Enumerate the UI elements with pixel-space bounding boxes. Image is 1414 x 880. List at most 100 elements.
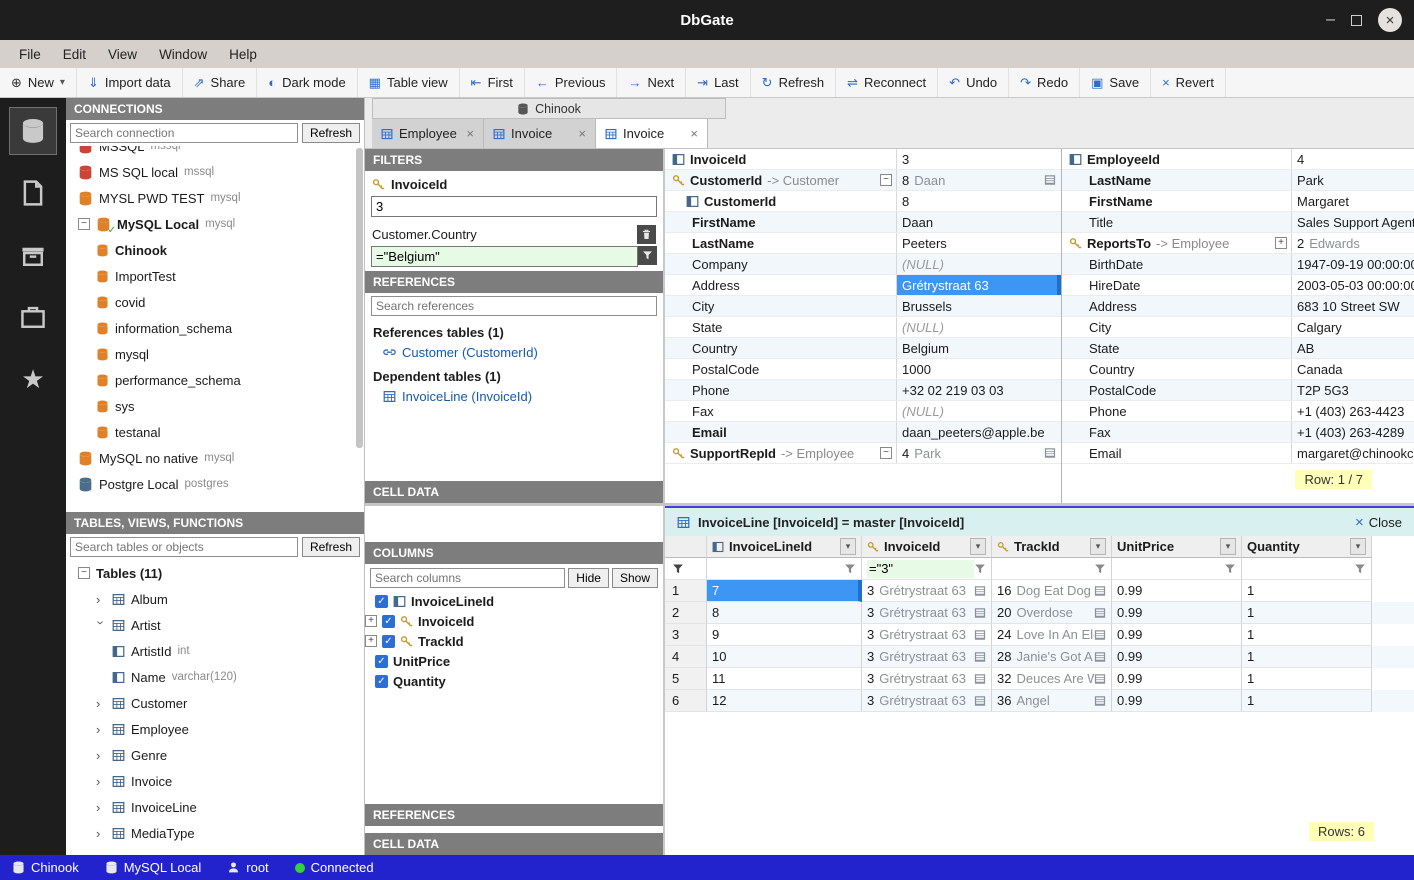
new-button[interactable]: ⊕New▾ xyxy=(0,68,77,97)
open-form-icon[interactable] xyxy=(1094,585,1106,597)
first-button[interactable]: ⇤First xyxy=(460,68,525,97)
menu-view[interactable]: View xyxy=(97,44,148,65)
form-row[interactable]: FirstNameDaan xyxy=(665,212,1061,233)
grid-cell[interactable]: 1 xyxy=(1242,580,1372,602)
collapse-icon[interactable]: − xyxy=(78,218,90,230)
form-row[interactable]: HireDate2003-05-03 00:00:00 xyxy=(1062,275,1414,296)
grid-cell[interactable]: 20Overdose xyxy=(992,602,1112,624)
form-row[interactable]: ReportsTo-> Employee+2Edwards xyxy=(1062,233,1414,254)
table-item-artist[interactable]: ›Artist xyxy=(66,612,364,638)
chevron-down-icon[interactable]: › xyxy=(94,620,109,630)
redo-button[interactable]: ↷Redo xyxy=(1009,68,1080,97)
grid-cell[interactable]: 9 xyxy=(707,624,862,646)
selected-cell[interactable]: Grétrystraat 63 xyxy=(897,275,1061,295)
column-header-invoicelineid[interactable]: InvoiceLineId▾ xyxy=(707,536,862,558)
hide-column-button[interactable]: Hide xyxy=(568,568,609,588)
statusbar-user[interactable]: root xyxy=(227,860,268,875)
connection-item[interactable]: MSSQLmssql xyxy=(66,146,364,159)
chevron-right-icon[interactable]: › xyxy=(96,696,106,711)
database-item[interactable]: covid xyxy=(66,289,364,315)
form-row[interactable]: LastNamePeeters xyxy=(665,233,1061,254)
chevron-right-icon[interactable]: › xyxy=(96,826,106,841)
archive-nav-icon[interactable] xyxy=(10,232,56,278)
filter-cell-invoiceid[interactable] xyxy=(862,558,992,580)
import-data-button[interactable]: ⇓Import data xyxy=(77,68,183,97)
filter-cell[interactable] xyxy=(992,558,1112,580)
search-tables-input[interactable] xyxy=(70,537,298,557)
grid-cell[interactable]: 28Janie's Got A Gun xyxy=(992,646,1112,668)
minimize-button[interactable]: – xyxy=(1326,11,1335,29)
grid-cell[interactable]: 12 xyxy=(707,690,862,712)
undo-button[interactable]: ↶Undo xyxy=(938,68,1009,97)
open-form-icon[interactable] xyxy=(1044,174,1056,186)
open-form-icon[interactable] xyxy=(1094,629,1106,641)
search-references-input[interactable] xyxy=(371,296,657,316)
database-item[interactable]: mysql xyxy=(66,341,364,367)
form-row[interactable]: Address683 10 Street SW xyxy=(1062,296,1414,317)
next-button[interactable]: →Next xyxy=(617,68,686,97)
open-form-icon[interactable] xyxy=(1094,695,1106,707)
refresh-tables-button[interactable]: Refresh xyxy=(302,537,360,557)
menu-window[interactable]: Window xyxy=(148,44,218,65)
scrollbar[interactable] xyxy=(356,148,363,448)
open-form-icon[interactable] xyxy=(974,585,986,597)
column-header-trackid[interactable]: TrackId▾ xyxy=(992,536,1112,558)
form-row[interactable]: Emailmargaret@chinookcorp.com xyxy=(1062,443,1414,464)
invoiceid-grid-filter-input[interactable] xyxy=(867,560,974,578)
close-reference-button[interactable]: ×Close xyxy=(1355,514,1402,531)
open-form-icon[interactable] xyxy=(974,695,986,707)
connection-item-mysql-local[interactable]: − ✓ MySQL Localmysql xyxy=(66,211,364,237)
plugins-nav-icon[interactable] xyxy=(10,294,56,340)
chevron-right-icon[interactable]: › xyxy=(96,800,106,815)
menu-edit[interactable]: Edit xyxy=(52,44,97,65)
open-form-icon[interactable] xyxy=(974,651,986,663)
table-item-employee[interactable]: ›Employee xyxy=(66,716,364,742)
column-item-name[interactable]: Namevarchar(120) xyxy=(66,664,364,690)
column-menu-button[interactable]: ▾ xyxy=(1350,538,1366,555)
open-form-icon[interactable] xyxy=(1094,651,1106,663)
menu-file[interactable]: File xyxy=(8,44,52,65)
checkbox-checked-icon[interactable]: ✓ xyxy=(375,675,388,688)
open-form-icon[interactable] xyxy=(1044,447,1056,459)
grid-cell[interactable]: 1 xyxy=(1242,602,1372,624)
form-row[interactable]: PostalCodeT2P 5G3 xyxy=(1062,380,1414,401)
form-row[interactable]: BirthDate1947-09-19 00:00:00 xyxy=(1062,254,1414,275)
collapse-icon[interactable]: − xyxy=(880,174,892,186)
table-view-button[interactable]: ▦Table view xyxy=(358,68,460,97)
filter-cell[interactable] xyxy=(707,558,862,580)
column-menu-button[interactable]: ▾ xyxy=(970,538,986,555)
connection-item[interactable]: MYSL PWD TESTmysql xyxy=(66,185,364,211)
checkbox-checked-icon[interactable]: ✓ xyxy=(375,595,388,608)
row-number[interactable]: 1 xyxy=(665,580,707,602)
collapse-icon[interactable]: − xyxy=(880,447,892,459)
funnel-icon[interactable] xyxy=(1224,563,1236,575)
tab-invoice-2[interactable]: Invoice× xyxy=(596,119,708,148)
form-row[interactable]: Emaildaan_peeters@apple.be xyxy=(665,422,1061,443)
form-row[interactable]: Phone+32 02 219 03 03 xyxy=(665,380,1061,401)
row-number[interactable]: 2 xyxy=(665,602,707,624)
form-row[interactable]: CustomerId-> Customer−8Daan xyxy=(665,170,1061,191)
connection-item[interactable]: Postgre Localpostgres xyxy=(66,471,364,497)
form-row[interactable]: StateAB xyxy=(1062,338,1414,359)
open-form-icon[interactable] xyxy=(974,607,986,619)
reconnect-button[interactable]: ⇌Reconnect xyxy=(836,68,938,97)
connection-item[interactable]: MS SQL localmssql xyxy=(66,159,364,185)
funnel-icon[interactable] xyxy=(1094,563,1106,575)
refresh-button[interactable]: ↻Refresh xyxy=(751,68,836,97)
form-row[interactable]: SupportRepId-> Employee−4Park xyxy=(665,443,1061,464)
close-button[interactable]: × xyxy=(1378,8,1402,32)
funnel-icon[interactable] xyxy=(844,563,856,575)
column-check-item[interactable]: ✓InvoiceLineId xyxy=(365,591,663,611)
search-connection-input[interactable] xyxy=(70,123,298,143)
funnel-icon[interactable] xyxy=(974,563,986,575)
row-number[interactable]: 3 xyxy=(665,624,707,646)
grid-cell[interactable]: 3Grétrystraat 63 xyxy=(862,602,992,624)
form-row[interactable]: Company(NULL) xyxy=(665,254,1061,275)
chevron-right-icon[interactable]: › xyxy=(96,722,106,737)
grid-cell[interactable]: 32Deuces Are Wild xyxy=(992,668,1112,690)
chevron-right-icon[interactable]: › xyxy=(96,774,106,789)
funnel-icon[interactable] xyxy=(1354,563,1366,575)
statusbar-database[interactable]: Chinook xyxy=(12,860,79,875)
checkbox-checked-icon[interactable]: ✓ xyxy=(375,655,388,668)
refresh-connections-button[interactable]: Refresh xyxy=(302,123,360,143)
